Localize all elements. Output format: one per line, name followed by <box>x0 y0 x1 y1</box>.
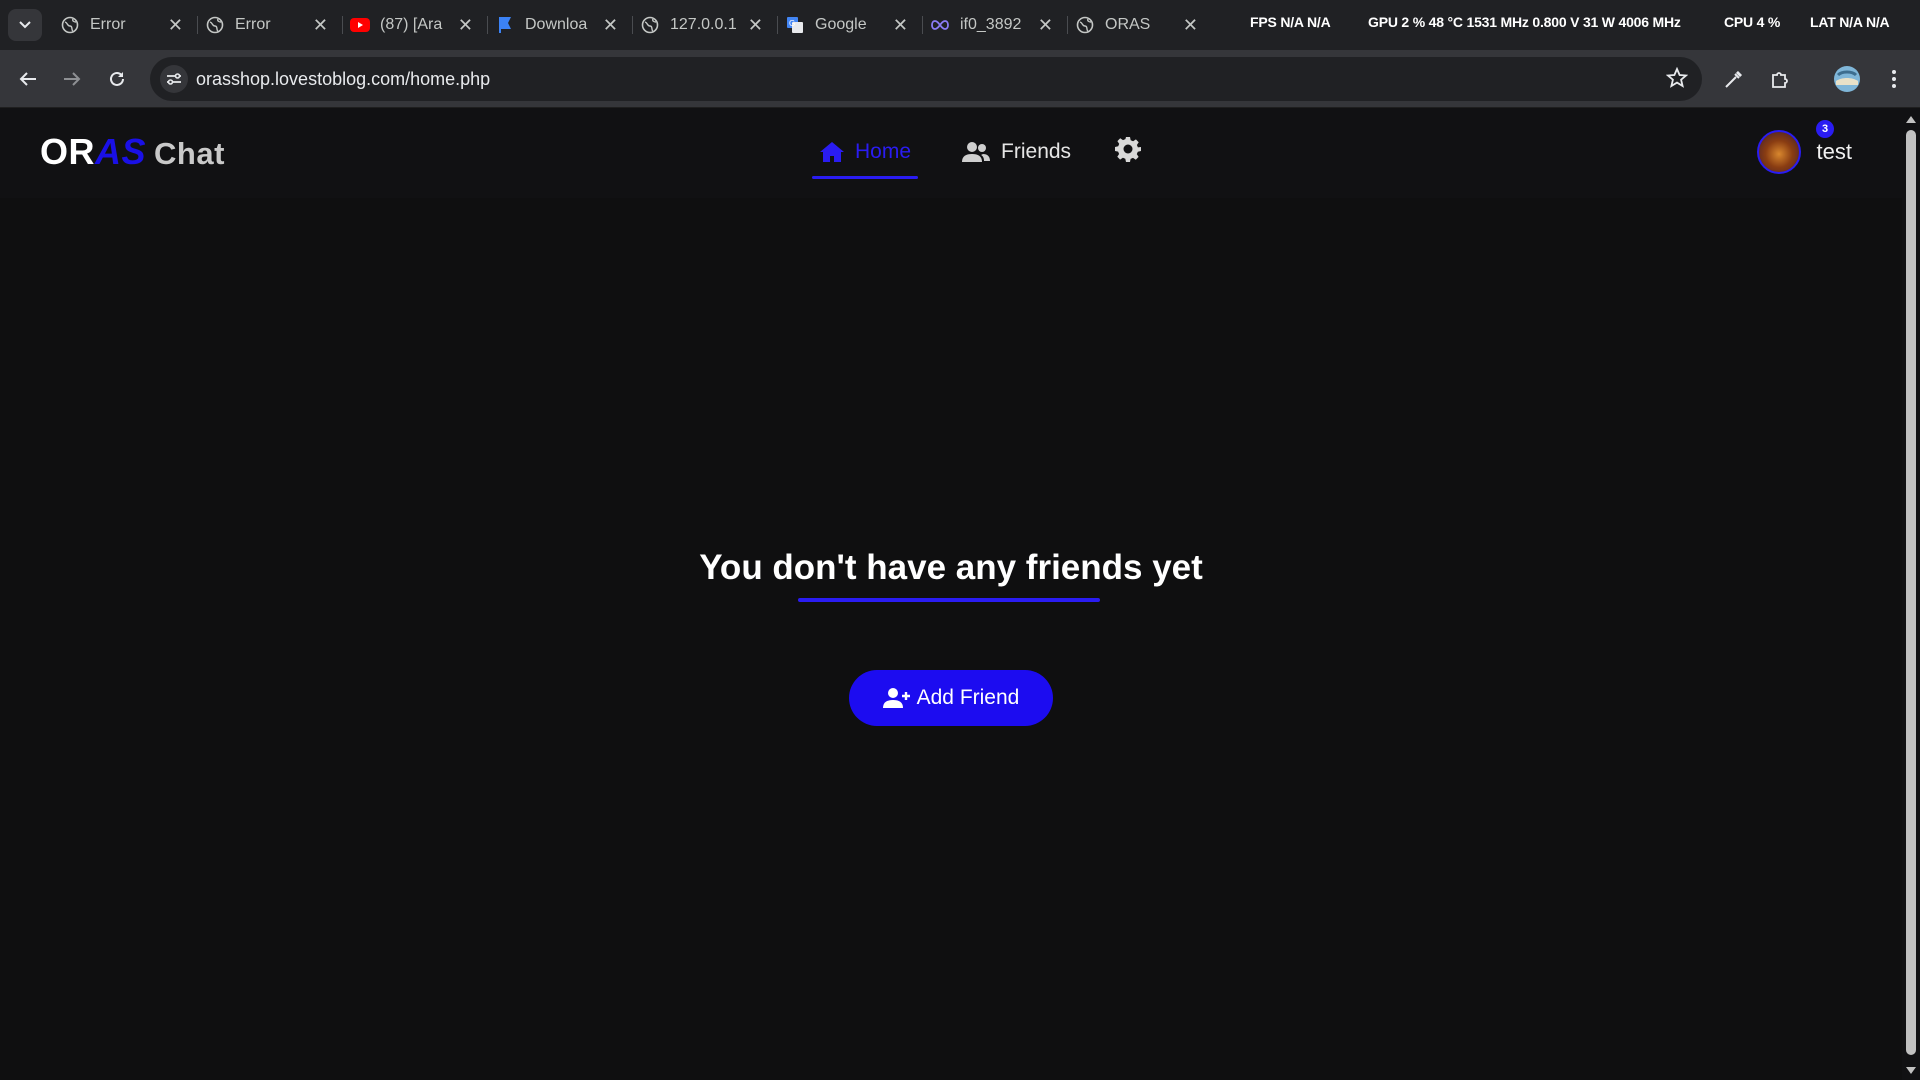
main-nav: Home Friends <box>812 134 1148 179</box>
more-vertical-icon <box>1892 70 1896 88</box>
svg-text:G: G <box>789 19 795 28</box>
users-icon <box>961 141 991 163</box>
page-scrollbar[interactable] <box>1902 108 1920 1080</box>
tab-title: Error <box>235 16 271 33</box>
browser-menu-button[interactable] <box>1878 63 1910 95</box>
close-icon[interactable]: ✕ <box>893 15 908 36</box>
close-icon[interactable]: ✕ <box>168 15 183 36</box>
browser-tab[interactable]: (87) [Ara ✕ <box>342 8 487 42</box>
close-icon[interactable]: ✕ <box>1183 15 1198 36</box>
url-text[interactable]: orasshop.lovestoblog.com/home.php <box>196 69 490 90</box>
globe-icon <box>60 15 80 35</box>
profile-avatar-icon <box>1834 66 1860 92</box>
overlay-gpu: GPU 2 % 48 °C 1531 MHz 0.800 V 31 W 4006… <box>1368 14 1681 30</box>
puzzle-icon <box>1772 72 1788 88</box>
bookmark-star-icon[interactable] <box>1665 66 1689 94</box>
add-friend-label: Add Friend <box>916 686 1020 709</box>
eyedropper-icon <box>1725 71 1742 88</box>
scroll-up-arrow[interactable] <box>1906 116 1916 123</box>
empty-state: You don't have any friends yet <box>0 548 1902 602</box>
tab-title: if0_3892 <box>960 16 1022 33</box>
browser-tab[interactable]: 127.0.0.1 ✕ <box>632 8 777 42</box>
browser-toolbar: orasshop.lovestoblog.com/home.php <box>0 50 1920 108</box>
close-icon[interactable]: ✕ <box>748 15 763 36</box>
globe-icon <box>640 15 660 35</box>
chevron-down-icon <box>19 21 31 29</box>
overlay-fps: FPS N/A N/A <box>1250 14 1331 30</box>
tab-title: (87) [Ara <box>380 16 443 33</box>
user-profile[interactable]: 3 test <box>1756 120 1852 174</box>
home-icon <box>819 141 845 163</box>
browser-tab[interactable]: if0_3892 ✕ <box>922 8 1067 42</box>
forward-button[interactable] <box>56 63 88 95</box>
username[interactable]: test <box>1817 139 1852 165</box>
overlay-lat: LAT N/A N/A <box>1810 14 1890 30</box>
back-button[interactable] <box>12 63 44 95</box>
page-content: ORAS Chat Home Friends 3 test You don't … <box>0 108 1902 1080</box>
browser-tab-strip: Error ✕ Error ✕ (87) [Ara ✕ Downloa ✕ 12… <box>0 0 1920 50</box>
browser-tab[interactable]: ORAS ✕ <box>1067 8 1212 42</box>
tab-title: ORAS <box>1105 16 1151 33</box>
browser-tab[interactable]: Downloa ✕ <box>487 8 632 42</box>
logo-part-as: AS <box>95 131 147 172</box>
browser-tab[interactable]: G Google ✕ <box>777 8 922 42</box>
user-plus-icon <box>882 687 911 709</box>
globe-icon <box>1075 15 1095 35</box>
site-info-icon[interactable] <box>160 65 188 93</box>
google-translate-icon: G <box>785 15 805 35</box>
close-icon[interactable]: ✕ <box>603 15 618 36</box>
site-header: ORAS Chat Home Friends 3 test <box>0 108 1902 198</box>
extensions-button[interactable] <box>1764 63 1796 95</box>
nav-home-label: Home <box>855 140 912 163</box>
logo-part-or: OR <box>40 131 95 172</box>
arrow-right-icon <box>64 72 81 86</box>
profile-button[interactable] <box>1831 63 1863 95</box>
address-bar[interactable]: orasshop.lovestoblog.com/home.php <box>150 57 1702 101</box>
notification-badge[interactable]: 3 <box>1816 120 1834 138</box>
add-friend-button[interactable]: Add Friend <box>849 670 1053 726</box>
close-icon[interactable]: ✕ <box>313 15 328 36</box>
nav-friends-label: Friends <box>1001 140 1072 163</box>
tab-title: 127.0.0.1 <box>670 16 737 33</box>
scroll-down-arrow[interactable] <box>1906 1067 1916 1074</box>
tab-title: Google <box>815 16 867 33</box>
nav-settings[interactable] <box>1108 134 1148 170</box>
eyedropper-extension-button[interactable] <box>1718 63 1750 95</box>
logo-part-chat: Chat <box>154 136 225 171</box>
tab-search-button[interactable] <box>8 9 42 41</box>
close-icon[interactable]: ✕ <box>1038 15 1053 36</box>
arrow-left-icon <box>19 72 36 86</box>
browser-tab[interactable]: Error ✕ <box>52 8 197 42</box>
nav-home[interactable]: Home <box>812 134 919 179</box>
nav-friends[interactable]: Friends <box>954 134 1078 170</box>
tab-title: Downloa <box>525 16 588 33</box>
download-flag-icon <box>495 15 515 35</box>
youtube-icon <box>350 15 370 35</box>
gear-icon <box>1115 136 1142 168</box>
tab-list: Error ✕ Error ✕ (87) [Ara ✕ Downloa ✕ 12… <box>52 8 1212 42</box>
tab-title: Error <box>90 16 126 33</box>
close-icon[interactable]: ✕ <box>458 15 473 36</box>
scroll-thumb[interactable] <box>1906 130 1916 1055</box>
title-underline <box>798 598 1100 602</box>
infinity-icon <box>930 15 950 35</box>
browser-tab[interactable]: Error ✕ <box>197 8 342 42</box>
overlay-cpu: CPU 4 % <box>1724 14 1781 30</box>
site-logo[interactable]: ORAS Chat <box>40 131 225 173</box>
reload-icon <box>110 71 124 86</box>
reload-button[interactable] <box>101 63 133 95</box>
avatar[interactable] <box>1756 130 1801 174</box>
empty-state-message: You don't have any friends yet <box>699 548 1203 587</box>
globe-icon <box>205 15 225 35</box>
